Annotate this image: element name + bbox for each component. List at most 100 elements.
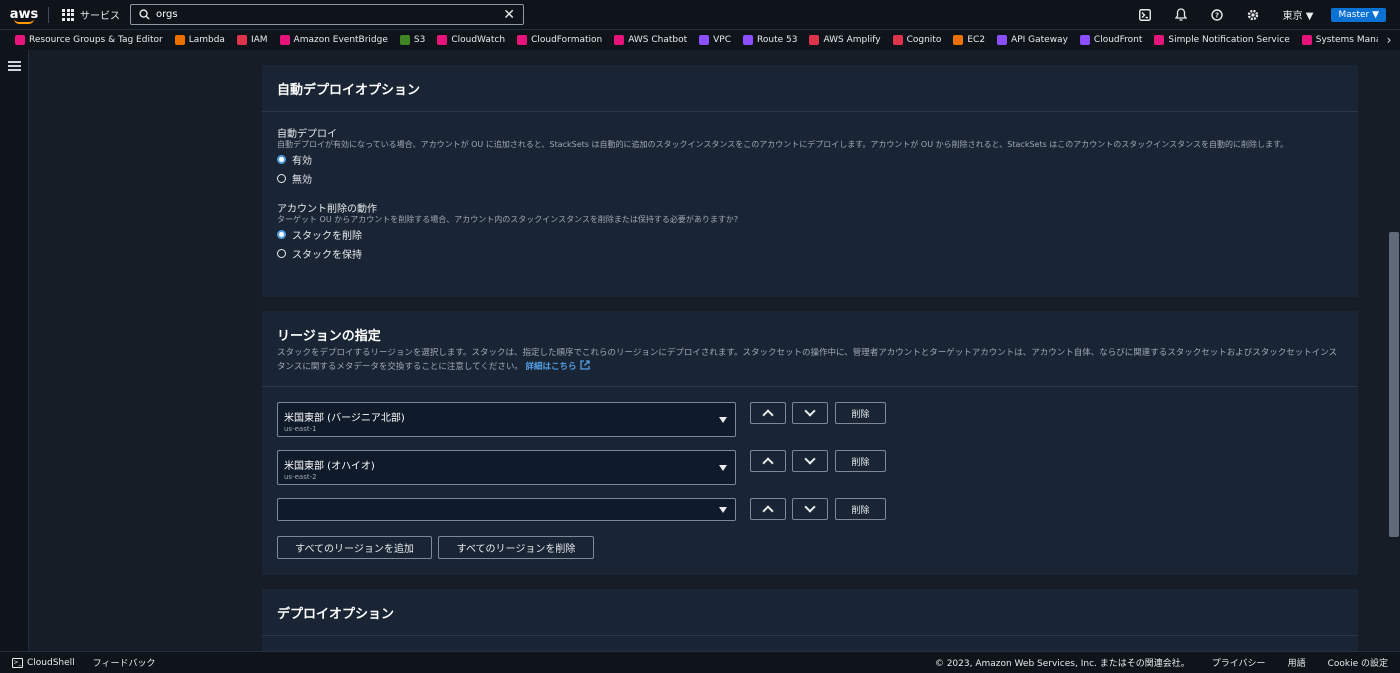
caret-down-icon	[719, 506, 727, 513]
cookie-preferences-link[interactable]: Cookie の設定	[1328, 656, 1388, 669]
move-down-button[interactable]	[792, 402, 828, 424]
service-icon	[614, 35, 625, 45]
cloudshell-icon[interactable]	[1127, 0, 1163, 30]
move-up-button[interactable]	[750, 498, 786, 520]
caret-down-icon	[719, 464, 727, 471]
favorite-label: Simple Notification Service	[1168, 35, 1290, 45]
region-selector[interactable]: 東京 ▼	[1271, 7, 1326, 22]
favorite-label: Amazon EventBridge	[293, 35, 388, 45]
favorite-label: API Gateway	[1011, 35, 1068, 45]
move-up-button[interactable]	[750, 402, 786, 424]
favorite-item[interactable]: AWS Amplify	[809, 35, 881, 45]
service-icon	[743, 35, 754, 45]
caret-down-icon	[719, 416, 727, 423]
favorite-item[interactable]: EC2	[953, 35, 985, 45]
favorite-item[interactable]: S3	[399, 35, 426, 45]
panel-title: デプロイオプション	[277, 606, 395, 622]
clear-search-icon[interactable]: ✕	[503, 8, 515, 22]
service-icon	[809, 35, 820, 45]
terms-link[interactable]: 用語	[1288, 656, 1306, 669]
chevron-down-icon	[804, 453, 816, 465]
remove-all-regions-button[interactable]: すべてのリージョンを削除	[438, 536, 594, 559]
favorite-label: Lambda	[188, 35, 225, 45]
panel-title: リージョンの指定	[277, 329, 381, 344]
region-select-1[interactable]: 米国東部 (バージニア北部) us-east-1	[277, 402, 736, 437]
aws-logo[interactable]: aws	[0, 0, 48, 30]
remove-region-button[interactable]: 削除	[835, 450, 886, 472]
service-icon	[892, 35, 903, 45]
console-footer: >_ CloudShell フィードバック © 2023, Amazon Web…	[0, 651, 1400, 673]
remove-region-button[interactable]: 削除	[835, 402, 886, 424]
cloudshell-icon: >_	[12, 657, 23, 668]
favorite-label: CloudFront	[1093, 35, 1143, 45]
panel-header: リージョンの指定 スタックをデプロイするリージョンを選択します。スタックは、指定…	[262, 311, 1358, 387]
autodeploy-enabled-radio[interactable]: 有効	[277, 150, 1343, 169]
favorite-label: EC2	[967, 35, 986, 45]
chevron-down-icon	[804, 405, 816, 417]
move-up-button[interactable]	[750, 450, 786, 472]
scrollbar-thumb[interactable]	[1389, 232, 1399, 537]
favorite-item[interactable]: CloudFront	[1079, 35, 1143, 45]
search-icon	[139, 9, 150, 20]
favorite-item[interactable]: Cognito	[892, 35, 942, 45]
external-link-icon	[579, 360, 590, 370]
region-name: 米国東部 (オハイオ)	[284, 461, 375, 472]
cloudshell-label: CloudShell	[27, 657, 75, 668]
service-icon	[15, 35, 25, 45]
favorite-item[interactable]: Route 53	[743, 35, 797, 45]
page-scrollbar[interactable]	[1388, 50, 1400, 651]
account-menu-button[interactable]: Master ▼	[1331, 7, 1386, 22]
search-box[interactable]: ✕	[130, 4, 524, 25]
favorite-label: CloudFormation	[531, 35, 603, 45]
svg-text:?: ?	[1215, 11, 1219, 19]
autodeploy-disabled-radio[interactable]: 無効	[277, 169, 1343, 188]
remove-region-button[interactable]: 削除	[835, 498, 886, 520]
account-removal-description: ターゲット OU からアカウントを削除する場合、アカウント内のスタックインスタン…	[277, 215, 739, 224]
copyright-text: © 2023, Amazon Web Services, Inc. またはその関…	[934, 659, 1190, 669]
panel-header: 自動デプロイオプション	[262, 65, 1358, 112]
panel-header: デプロイオプション	[262, 589, 1358, 636]
region-select-3[interactable]	[277, 498, 736, 521]
favorite-item[interactable]: VPC	[699, 35, 731, 45]
add-all-regions-button[interactable]: すべてのリージョンを追加	[277, 536, 432, 559]
favorite-label: S3	[413, 35, 426, 45]
bell-icon[interactable]	[1163, 0, 1199, 30]
delete-stacks-radio[interactable]: スタックを削除	[277, 225, 1343, 244]
favorite-item[interactable]: CloudWatch	[437, 35, 505, 45]
help-icon[interactable]: ?	[1199, 0, 1235, 30]
service-icon	[399, 35, 410, 45]
cloudshell-button[interactable]: >_ CloudShell	[12, 657, 75, 668]
favorite-item[interactable]: Simple Notification Service	[1154, 35, 1290, 45]
menu-icon[interactable]	[8, 61, 21, 73]
favorite-item[interactable]: AWS Chatbot	[614, 35, 687, 45]
favorite-item[interactable]: IAM	[236, 35, 268, 45]
services-menu-button[interactable]: サービス	[49, 0, 130, 30]
learn-more-link[interactable]: 詳細はこちら	[526, 360, 590, 372]
feedback-link[interactable]: フィードバック	[93, 656, 156, 669]
region-select-2[interactable]: 米国東部 (オハイオ) us-east-2	[277, 450, 736, 485]
favorite-item[interactable]: CloudFormation	[517, 35, 602, 45]
favorite-item[interactable]: Resource Groups & Tag Editor	[15, 35, 163, 45]
service-icon	[953, 35, 964, 45]
side-navigation-rail	[0, 50, 29, 651]
move-down-button[interactable]	[792, 450, 828, 472]
region-code: us-east-2	[284, 473, 317, 481]
favorite-item[interactable]: Amazon EventBridge	[279, 35, 388, 45]
gear-icon[interactable]	[1235, 0, 1271, 30]
favorite-item[interactable]: Lambda	[174, 35, 225, 45]
service-icon	[699, 35, 710, 45]
favorite-label: Cognito	[906, 35, 942, 45]
service-icon	[1154, 35, 1165, 45]
services-label: サービス	[80, 11, 120, 22]
favorite-item[interactable]: API Gateway	[997, 35, 1068, 45]
autodeploy-description: 自動デプロイが有効になっている場合、アカウントが OU に追加されると、Stac…	[277, 140, 1289, 149]
search-input[interactable]	[156, 9, 498, 20]
service-icon	[174, 35, 185, 45]
retain-stacks-radio[interactable]: スタックを保持	[277, 244, 1343, 263]
privacy-link[interactable]: プライバシー	[1212, 656, 1266, 669]
chevron-right-icon[interactable]: ›	[1378, 30, 1400, 50]
regions-description-text: スタックをデプロイするリージョンを選択します。スタックは、指定した順序でこれらの…	[277, 348, 1338, 372]
grid-icon	[62, 8, 74, 21]
account-removal-label: アカウント削除の動作	[277, 204, 377, 215]
move-down-button[interactable]	[792, 498, 828, 520]
